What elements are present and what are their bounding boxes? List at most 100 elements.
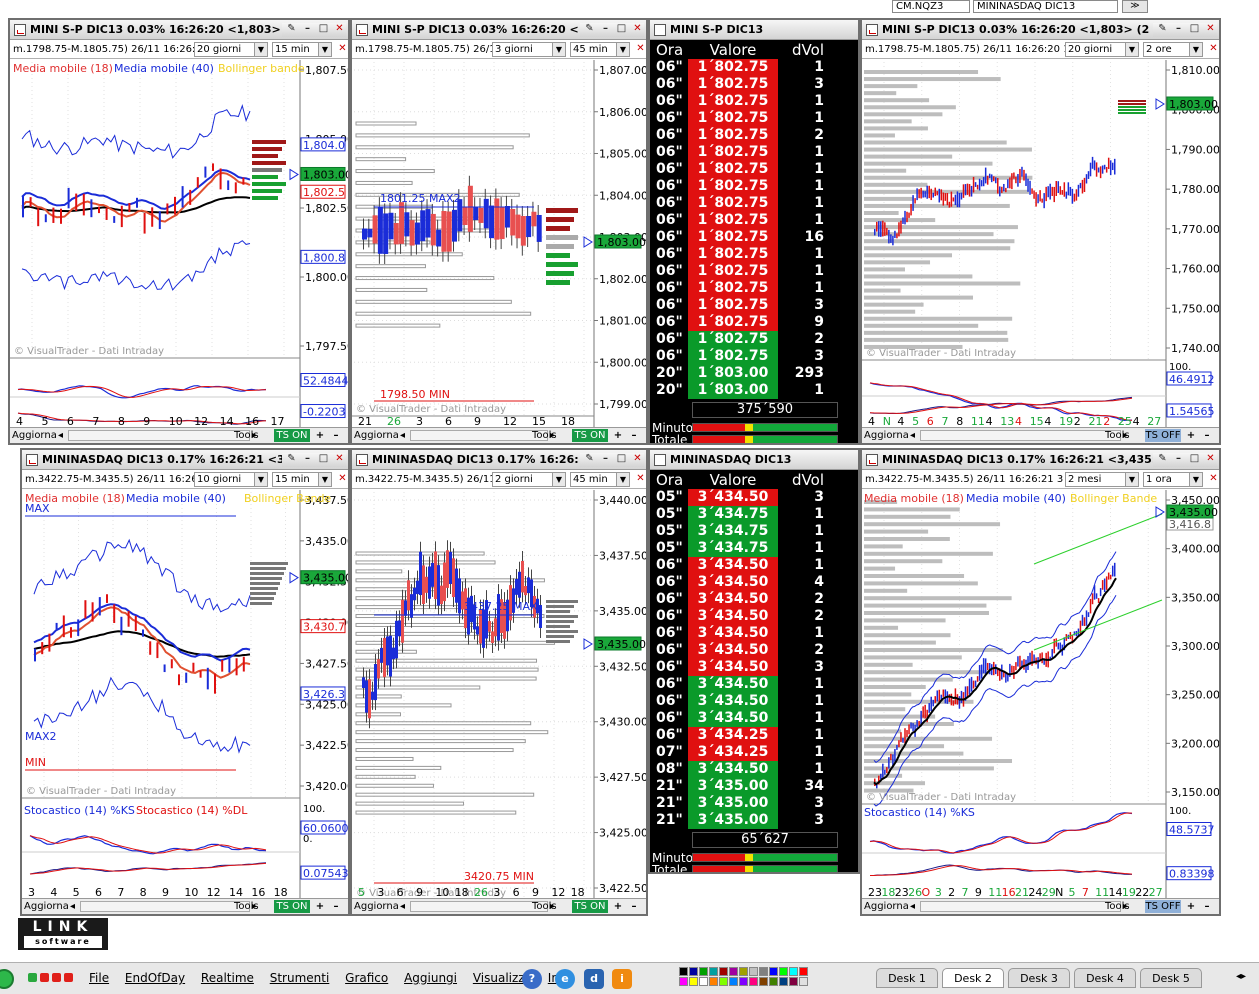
color-swatch[interactable] [739,977,748,986]
menu-endofday[interactable]: EndOfDay [125,971,185,985]
window-title-bar[interactable]: MINI S-P DIC13 0.03% 16:26:20 <1,803> ✎ – □… [10,20,348,40]
color-swatch[interactable] [739,967,748,976]
period-select[interactable]: 3 giorni ▼ [492,42,566,57]
zoom-out-button[interactable]: – [628,899,640,914]
price-chart[interactable]: 3,437.503,435.003,432.503,430.003,427.50… [22,490,348,902]
pin-icon[interactable]: ✎ [1156,453,1169,466]
zoom-in-button[interactable]: + [612,899,624,914]
column-header[interactable]: Ora [652,472,688,489]
help-icon[interactable]: ? [522,969,542,989]
pin-icon[interactable]: ✎ [285,453,298,466]
color-swatch[interactable] [789,967,798,976]
desk-tab[interactable]: Desk 2 [942,968,1004,988]
window-title-bar[interactable]: MININASDAQ DIC13 0.17% 16:26:21 <3 ✎ – □ ✕ [22,450,348,470]
color-palette[interactable] [679,967,808,986]
period-select[interactable]: 20 giorni ▼ [1065,42,1139,57]
desk-tab[interactable]: Desk 1 [876,968,938,988]
color-swatch[interactable] [689,977,698,986]
close-icon[interactable]: ✕ [631,23,644,36]
color-swatch[interactable] [769,967,778,976]
color-swatch[interactable] [729,977,738,986]
pin-icon[interactable]: ✎ [583,453,596,466]
zoom-in-button[interactable]: + [314,899,326,914]
minimize-icon[interactable]: – [599,453,612,466]
power-icon[interactable] [0,969,14,989]
tools-button[interactable]: Tools [234,428,259,443]
color-swatch[interactable] [779,977,788,986]
interval-select[interactable]: 15 min ▼ [272,472,332,487]
close-icon[interactable]: ✕ [634,43,646,56]
browser-icon[interactable]: e [555,969,575,989]
period-select[interactable]: 20 giorni ▼ [194,42,268,57]
window-title-bar[interactable]: MINI S-P DIC13 [650,20,858,40]
color-swatch[interactable] [709,967,718,976]
chart-window[interactable]: MINI S-P DIC13 0.03% 16:26:20 <1,803> ✎ – □… [8,18,350,445]
aggiorna-button[interactable]: Aggiorna [24,899,69,914]
tools-button[interactable]: Tools [234,899,259,914]
chart-scrollbar[interactable] [68,430,250,441]
zoom-in-button[interactable]: + [314,428,326,443]
menu-grafico[interactable]: Grafico [345,971,388,985]
close-icon[interactable]: ✕ [631,453,644,466]
column-header[interactable]: Valore [688,42,778,59]
menu-strumenti[interactable]: Strumenti [270,971,330,985]
menu-realtime[interactable]: Realtime [201,971,254,985]
aggiorna-button[interactable]: Aggiorna [12,428,57,443]
color-swatch[interactable] [749,967,758,976]
price-chart[interactable]: 3,440.00 3,437.50 3,435.00 3,432.50 3,430.00… [352,490,646,902]
column-header[interactable]: Valore [688,472,778,489]
scroll-left-icon[interactable]: ◂ [910,428,915,443]
chart-scrollbar[interactable] [920,430,1121,441]
price-chart[interactable]: 1,807.00 1,806.00 1,805.00 1,804.00 1,803.00… [352,60,646,431]
color-swatch[interactable] [699,967,708,976]
color-swatch[interactable] [719,977,728,986]
close-icon[interactable]: ✕ [634,473,646,486]
close-icon[interactable]: ✕ [333,453,346,466]
symbol-name-field[interactable]: MININASDAQ DIC13 [973,0,1118,13]
document-icon[interactable]: d [584,969,604,989]
menu-file[interactable]: File [89,971,109,985]
window-title-bar[interactable]: MININASDAQ DIC13 0.17% 16:26: ✎ – □ ✕ [352,450,646,470]
close-icon[interactable]: ✕ [1204,453,1217,466]
color-swatch[interactable] [699,977,708,986]
desk-tab[interactable]: Desk 5 [1140,968,1202,988]
scroll-left-icon[interactable]: ◂ [400,428,405,443]
interval-select[interactable]: 1 ora ▼ [1143,472,1203,487]
interval-select[interactable]: 45 min ▼ [570,42,630,57]
close-icon[interactable]: ✕ [1204,23,1217,36]
color-swatch[interactable] [779,967,788,976]
chart-window[interactable]: MINI S-P DIC13 0.03% 16:26:20 < ✎ – □ ✕ m.179… [350,18,648,445]
aggiorna-button[interactable]: Aggiorna [354,899,399,914]
close-icon[interactable]: ✕ [1207,43,1219,56]
window-title-bar[interactable]: MININASDAQ DIC13 [650,450,858,470]
trading-system-toggle[interactable]: TS ON [274,429,310,442]
price-chart[interactable]: 1,810.001,800.001,790.001,780.001,770.00… [862,60,1219,431]
zoom-out-button[interactable]: – [1201,428,1213,443]
pin-icon[interactable]: ✎ [1156,23,1169,36]
tools-button[interactable]: Tools [532,899,557,914]
color-swatch[interactable] [799,967,808,976]
column-header[interactable]: dVol [778,42,828,59]
desk-tab[interactable]: Desk 4 [1074,968,1136,988]
interval-select[interactable]: 45 min ▼ [570,472,630,487]
price-chart[interactable]: 1,807.501,805.001,802.501,800.001,797.50… [10,60,348,431]
zoom-in-button[interactable]: + [1185,428,1197,443]
price-chart[interactable]: 3,450.003,400.003,350.003,300.003,250.00… [862,490,1219,902]
chart-window[interactable]: MININASDAQ DIC13 0.17% 16:26:21 <3,435: ✎… [860,448,1221,916]
chart-window[interactable]: MININASDAQ DIC13 0.17% 16:26: ✎ – □ ✕ m.3422.… [350,448,648,916]
period-select[interactable]: 2 giorni ▼ [492,472,566,487]
trading-system-toggle[interactable]: TS OFF [1145,900,1181,913]
color-swatch[interactable] [799,977,808,986]
window-title-bar[interactable]: MINI S-P DIC13 0.03% 16:26:20 < ✎ – □ ✕ [352,20,646,40]
color-swatch[interactable] [709,977,718,986]
color-swatch[interactable] [719,967,728,976]
tools-button[interactable]: Tools [532,428,557,443]
maximize-icon[interactable]: □ [1188,23,1201,36]
go-button[interactable]: ≫ [1122,0,1148,13]
chart-scrollbar[interactable] [410,901,548,912]
zoom-out-button[interactable]: – [628,428,640,443]
aggiorna-button[interactable]: Aggiorna [864,899,909,914]
zoom-out-button[interactable]: – [1201,899,1213,914]
close-icon[interactable]: ✕ [333,23,346,36]
time-and-sales-window[interactable]: MININASDAQ DIC13 Ora Valore dVol 05" 3´434.50… [648,448,860,874]
